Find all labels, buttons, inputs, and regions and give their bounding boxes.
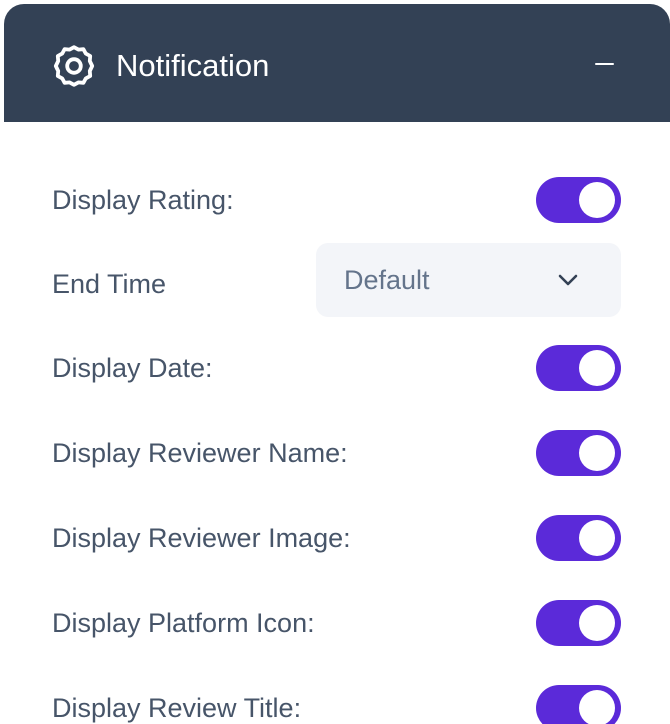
setting-label: Display Rating: <box>52 185 234 215</box>
display-platform-icon-toggle[interactable] <box>536 600 621 646</box>
setting-row-display-reviewer-name: Display Reviewer Name: <box>4 425 670 481</box>
setting-label: Display Platform Icon: <box>52 608 315 638</box>
collapse-button[interactable] <box>586 40 622 88</box>
setting-row-display-date: Display Date: <box>4 340 670 396</box>
select-value: Default <box>344 265 430 295</box>
chevron-down-icon <box>558 274 578 286</box>
setting-row-display-review-title: Display Review Title: <box>4 680 670 724</box>
setting-row-end-time: End Time Default <box>4 243 670 317</box>
minus-icon <box>594 62 614 66</box>
panel-title: Notification <box>116 48 270 83</box>
toggle-knob <box>579 435 615 471</box>
toggle-knob <box>579 690 615 724</box>
display-date-toggle[interactable] <box>536 345 621 391</box>
panel-header: Notification <box>4 4 670 122</box>
end-time-select[interactable]: Default <box>316 243 621 317</box>
setting-label: Display Reviewer Name: <box>52 438 348 468</box>
setting-row-display-reviewer-image: Display Reviewer Image: <box>4 510 670 566</box>
toggle-knob <box>579 605 615 641</box>
setting-row-display-rating: Display Rating: <box>4 172 670 228</box>
toggle-knob <box>579 350 615 386</box>
display-reviewer-name-toggle[interactable] <box>536 430 621 476</box>
toggle-knob <box>579 520 615 556</box>
gear-icon <box>53 45 95 87</box>
setting-label: End Time <box>52 269 167 299</box>
display-rating-toggle[interactable] <box>536 177 621 223</box>
display-review-title-toggle[interactable] <box>536 685 621 724</box>
setting-label: Display Reviewer Image: <box>52 523 351 553</box>
setting-row-display-platform-icon: Display Platform Icon: <box>4 595 670 651</box>
notification-panel: Notification Display Rating: End Time De… <box>4 4 670 724</box>
toggle-knob <box>579 182 615 218</box>
setting-label: Display Date: <box>52 353 213 383</box>
display-reviewer-image-toggle[interactable] <box>536 515 621 561</box>
setting-label: Display Review Title: <box>52 693 302 723</box>
